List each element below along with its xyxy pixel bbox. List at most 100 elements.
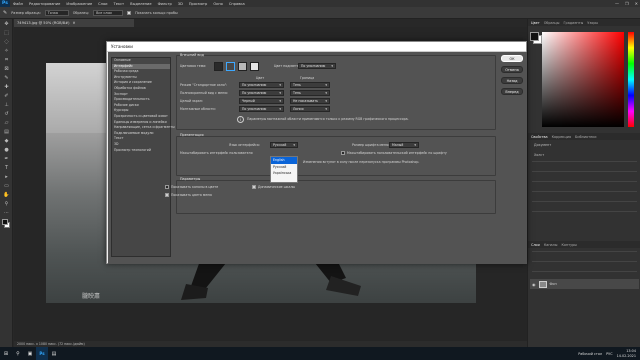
maximize-icon[interactable]: ❐ xyxy=(625,1,629,6)
color-picker-field[interactable] xyxy=(542,32,624,127)
pen-tool-icon[interactable]: ✒ xyxy=(0,154,13,163)
hue-slider[interactable] xyxy=(628,32,634,127)
minimize-icon[interactable]: — xyxy=(615,1,619,6)
tab-adjustments[interactable]: Коррекция xyxy=(552,135,571,139)
tab-swatches[interactable]: Образцы xyxy=(544,21,560,25)
theme-lightest-swatch[interactable] xyxy=(250,62,259,71)
fullscreen-menu-color-select[interactable]: По умолчанию ▾ xyxy=(239,90,284,96)
menu-filter[interactable]: Фильтр xyxy=(155,2,175,6)
ok-button[interactable]: ОК xyxy=(501,55,523,62)
panel-fg-swatch[interactable] xyxy=(530,32,539,41)
menu-edit[interactable]: Редактирование xyxy=(26,2,63,6)
windows-start-icon[interactable]: ⊞ xyxy=(0,347,12,360)
screen-mode-label: Режим "Стандартное окно": xyxy=(180,83,228,87)
shape-tool-icon[interactable]: ▭ xyxy=(0,181,13,190)
lasso-tool-icon[interactable]: ◌ xyxy=(0,37,13,46)
marquee-tool-icon[interactable]: ⬚ xyxy=(0,28,13,37)
menu-view[interactable]: Просмотр xyxy=(186,2,210,6)
sample-size-select[interactable]: Точка xyxy=(44,9,69,16)
language-option[interactable]: Русский xyxy=(271,164,297,171)
tab-gradients[interactable]: Градиенты xyxy=(563,21,583,25)
menu-image[interactable]: Изображение xyxy=(63,2,95,6)
category-item[interactable]: Просмотр технологий xyxy=(112,148,170,154)
close-tab-icon[interactable]: ✕ xyxy=(73,21,76,25)
menu-3d[interactable]: 3D xyxy=(175,2,186,6)
artboard-border-select[interactable]: Линия ▾ xyxy=(290,106,330,112)
menu-window[interactable]: Окно xyxy=(210,2,226,6)
layer-row-background[interactable]: ◉ Фон xyxy=(530,279,639,289)
dynamic-sliders-checkbox[interactable] xyxy=(252,185,256,189)
menu-layers[interactable]: Слои xyxy=(95,2,110,6)
scale-by-font-checkbox[interactable] xyxy=(341,151,345,155)
fullscreen-color-select[interactable]: Черный ▾ xyxy=(239,98,284,104)
dialog-title: Установки xyxy=(107,42,526,52)
eyedropper-icon[interactable]: ✎ xyxy=(3,10,7,16)
language-indicator[interactable]: РУС xyxy=(606,352,612,356)
menu-font-size-select[interactable]: Малый ▾ xyxy=(389,142,419,148)
tab-paths[interactable]: Контуры xyxy=(561,243,577,247)
properties-row xyxy=(532,191,637,199)
document-tab[interactable]: 749413.jpg @ 50% (RGB/8#) ✕ xyxy=(14,19,134,27)
eyedropper-tool-icon[interactable]: ✎ xyxy=(0,73,13,82)
hand-tool-icon[interactable]: ✋ xyxy=(0,190,13,199)
eraser-tool-icon[interactable]: ▱ xyxy=(0,118,13,127)
theme-darkest-swatch[interactable] xyxy=(214,62,223,71)
frame-tool-icon[interactable]: ⊠ xyxy=(0,64,13,73)
gradient-tool-icon[interactable]: ▤ xyxy=(0,127,13,136)
file-explorer-icon[interactable]: ▤ xyxy=(48,347,60,360)
visibility-eye-icon[interactable]: ◉ xyxy=(532,282,536,287)
language-option[interactable]: English xyxy=(271,157,297,164)
forward-button[interactable]: Вперед xyxy=(501,88,523,95)
back-button[interactable]: Назад xyxy=(501,77,523,84)
clock[interactable]: 13:04 14.02.2021 xyxy=(617,349,636,357)
fullscreen-menu-border-select[interactable]: Тень ▾ xyxy=(290,90,330,96)
history-brush-icon[interactable]: ↺ xyxy=(0,109,13,118)
screen-mode-label: Полноэкранный вид с меню: xyxy=(180,91,228,95)
color-channels-checkbox[interactable] xyxy=(165,185,169,189)
category-item[interactable]: Направляющие, сетка и фрагменты xyxy=(112,125,175,131)
category-item[interactable]: Прозрачность и цветовой охват xyxy=(112,114,170,120)
close-icon[interactable]: ✕ xyxy=(635,1,638,6)
menu-file[interactable]: Файл xyxy=(10,2,26,6)
tab-layers[interactable]: Слои xyxy=(531,243,540,247)
dodge-tool-icon[interactable]: ● xyxy=(0,145,13,154)
type-tool-icon[interactable]: T xyxy=(0,163,13,172)
move-tool-icon[interactable]: ✥ xyxy=(0,19,13,28)
standard-color-select[interactable]: По умолчанию ▾ xyxy=(239,82,284,88)
foreground-color-swatch[interactable] xyxy=(2,219,8,225)
show-ring-checkbox[interactable] xyxy=(127,10,132,15)
path-select-icon[interactable]: ▸ xyxy=(0,172,13,181)
healing-tool-icon[interactable]: ✚ xyxy=(0,82,13,91)
crop-tool-icon[interactable]: ⌗ xyxy=(0,55,13,64)
photoshop-logo: Ps xyxy=(0,0,10,7)
tab-color[interactable]: Цвет xyxy=(531,21,540,25)
more-tools-icon[interactable]: ⋯ xyxy=(0,208,13,217)
menu-select[interactable]: Выделение xyxy=(127,2,154,6)
theme-dark-swatch[interactable] xyxy=(226,62,235,71)
tab-channels[interactable]: Каналы xyxy=(544,243,558,247)
task-view-icon[interactable]: ▣ xyxy=(24,347,36,360)
standard-border-select[interactable]: Тень ▾ xyxy=(290,82,330,88)
highlight-color-select[interactable]: По умолчанию ▾ xyxy=(298,63,336,69)
ui-language-select[interactable]: Русский ▾ xyxy=(270,142,298,148)
stamp-tool-icon[interactable]: ⊥ xyxy=(0,100,13,109)
menu-colors-checkbox[interactable] xyxy=(165,193,169,197)
tab-libraries[interactable]: Библиотеки xyxy=(575,135,596,139)
zoom-tool-icon[interactable]: ⚲ xyxy=(0,199,13,208)
language-option[interactable]: Українська xyxy=(271,170,297,177)
sample-select[interactable]: Все слои xyxy=(93,9,124,16)
theme-light-swatch[interactable] xyxy=(238,62,247,71)
tab-properties[interactable]: Свойства xyxy=(531,135,548,139)
clock-date: 14.02.2021 xyxy=(616,353,636,358)
photoshop-taskbar-icon[interactable]: Ps xyxy=(36,347,48,360)
menu-help[interactable]: Справка xyxy=(226,2,248,6)
search-icon[interactable]: ⚲ xyxy=(12,347,24,360)
fullscreen-border-select[interactable]: Не показывать ▾ xyxy=(290,98,330,104)
artboard-color-select[interactable]: По умолчанию ▾ xyxy=(239,106,284,112)
blur-tool-icon[interactable]: ◆ xyxy=(0,136,13,145)
tab-patterns[interactable]: Узоры xyxy=(587,21,598,25)
brush-tool-icon[interactable]: ✐ xyxy=(0,91,13,100)
menu-type[interactable]: Текст xyxy=(111,2,128,6)
cancel-button[interactable]: Отмена xyxy=(501,66,523,73)
magic-wand-tool-icon[interactable]: ✧ xyxy=(0,46,13,55)
